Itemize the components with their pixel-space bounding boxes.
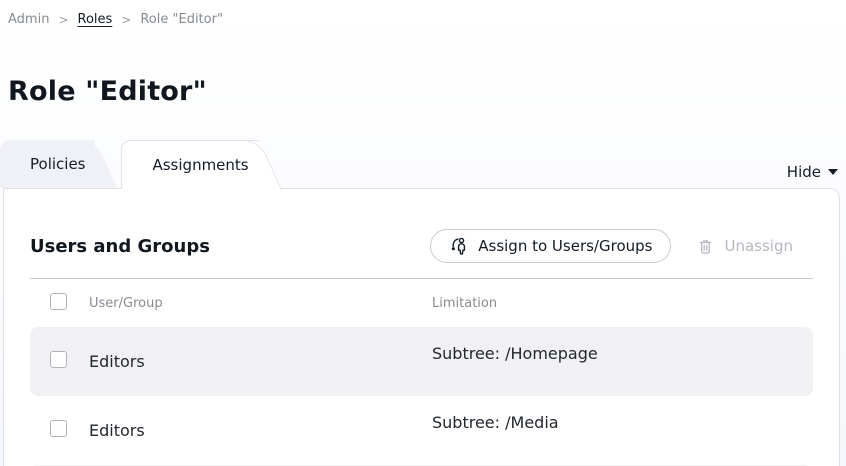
section-heading: Users and Groups bbox=[30, 236, 210, 257]
chevron-down-icon bbox=[828, 169, 838, 175]
breadcrumb-item-current: Role "Editor" bbox=[140, 12, 223, 27]
assignments-panel: Users and Groups Assign to Users/Groups bbox=[3, 188, 840, 466]
hide-toggle-label: Hide bbox=[787, 163, 821, 181]
hide-toggle[interactable]: Hide bbox=[787, 163, 838, 181]
tab-assignments[interactable]: Assignments bbox=[121, 140, 258, 189]
panel-actions: Assign to Users/Groups Unassign bbox=[430, 229, 813, 263]
table-row[interactable]: Editors Subtree: /Homepage bbox=[30, 327, 813, 396]
breadcrumb-item-admin[interactable]: Admin bbox=[8, 12, 49, 27]
tabs-bar: Policies Assignments Hide bbox=[0, 140, 846, 188]
breadcrumb: Admin > Roles > Role "Editor" bbox=[0, 0, 846, 27]
page-title: Role "Editor" bbox=[8, 76, 846, 107]
column-header-user-group: User/Group bbox=[89, 296, 432, 311]
tab-policies-label: Policies bbox=[30, 155, 85, 173]
user-group-cell: Editors bbox=[89, 352, 432, 371]
unassign-button-label: Unassign bbox=[724, 237, 793, 255]
breadcrumb-item-roles[interactable]: Roles bbox=[78, 12, 113, 27]
assign-button[interactable]: Assign to Users/Groups bbox=[430, 229, 671, 263]
row-checkbox-cell bbox=[50, 420, 89, 441]
table-header-row: User/Group Limitation bbox=[30, 279, 813, 327]
limitation-cell: Subtree: /Media bbox=[432, 413, 793, 432]
select-all-checkbox[interactable] bbox=[50, 293, 67, 310]
trash-icon bbox=[696, 237, 715, 256]
assign-button-label: Assign to Users/Groups bbox=[478, 237, 652, 255]
assignments-table: User/Group Limitation Editors Subtree: /… bbox=[30, 279, 813, 466]
unassign-button[interactable]: Unassign bbox=[696, 237, 793, 256]
tab-assignments-label: Assignments bbox=[152, 156, 248, 174]
assign-user-icon bbox=[449, 236, 469, 256]
tab-policies[interactable]: Policies bbox=[0, 140, 95, 188]
breadcrumb-separator: > bbox=[58, 13, 68, 27]
limitation-cell: Subtree: /Homepage bbox=[432, 344, 793, 363]
column-header-limitation: Limitation bbox=[432, 296, 793, 311]
user-group-cell: Editors bbox=[89, 421, 432, 440]
breadcrumb-separator: > bbox=[121, 13, 131, 27]
row-checkbox[interactable] bbox=[50, 351, 67, 368]
panel-header: Users and Groups Assign to Users/Groups bbox=[30, 229, 813, 263]
row-checkbox[interactable] bbox=[50, 420, 67, 437]
table-row[interactable]: Editors Subtree: /Media bbox=[30, 396, 813, 465]
row-checkbox-cell bbox=[50, 351, 89, 372]
header-checkbox-cell bbox=[50, 293, 89, 314]
